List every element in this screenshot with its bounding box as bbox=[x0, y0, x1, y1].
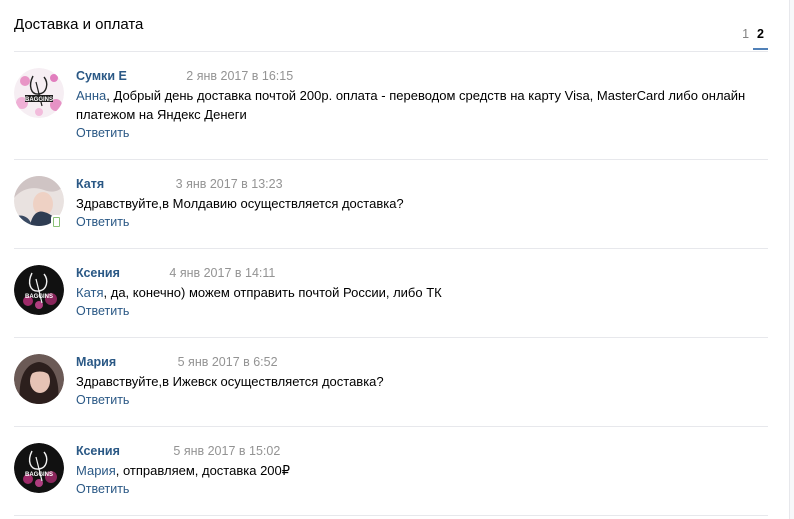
user-photo-icon bbox=[14, 354, 64, 404]
page-link-2-current[interactable]: 2 bbox=[753, 27, 768, 50]
avatar[interactable]: BAGGINS bbox=[14, 443, 64, 493]
baggins-logo-icon: BAGGINS bbox=[14, 443, 64, 493]
scrollbar-track[interactable] bbox=[789, 0, 794, 519]
comment-message: Здравствуйте,в Ижевск осуществляется дос… bbox=[76, 374, 384, 389]
comment-list: BAGGINS Сумки Е 2 янв 2017 в 16:15 Анна,… bbox=[0, 52, 794, 516]
comment-message: , отправляем, доставка 200₽ bbox=[115, 463, 291, 478]
reply-link[interactable]: Ответить bbox=[76, 392, 768, 409]
topic-title: Доставка и оплата bbox=[14, 16, 144, 33]
masked-surname bbox=[119, 357, 172, 368]
mention-link[interactable]: Катя bbox=[76, 285, 104, 300]
mobile-online-icon bbox=[51, 215, 61, 228]
baggins-logo-icon: BAGGINS bbox=[14, 265, 64, 315]
comment-text: Катя, да, конечно) можем отправить почто… bbox=[76, 283, 768, 302]
comment-author[interactable]: Сумки Е bbox=[76, 69, 127, 83]
pagination: 1 2 bbox=[738, 27, 768, 50]
comment-item: BAGGINS Ксения 5 янв 2017 в 15:02 Мария,… bbox=[14, 427, 768, 516]
comment-date[interactable]: 3 янв 2017 в 13:23 bbox=[176, 177, 283, 191]
svg-text:BAGGINS: BAGGINS bbox=[25, 294, 53, 300]
comment-author[interactable]: Ксения bbox=[76, 444, 120, 458]
comment-date[interactable]: 5 янв 2017 в 15:02 bbox=[173, 444, 280, 458]
reply-link[interactable]: Ответить bbox=[76, 214, 768, 231]
comment-message: , Добрый день доставка почтой 200р. опла… bbox=[76, 88, 746, 122]
masked-surname bbox=[107, 179, 170, 190]
reply-link[interactable]: Ответить bbox=[76, 481, 768, 498]
comment-date[interactable]: 5 янв 2017 в 6:52 bbox=[178, 355, 278, 369]
svg-text:BAGGINS: BAGGINS bbox=[25, 472, 53, 478]
comment-item: BAGGINS Ксения 4 янв 2017 в 14:11 Катя, … bbox=[14, 249, 768, 338]
avatar[interactable]: BAGGINS bbox=[14, 265, 64, 315]
comment-item: Катя 3 янв 2017 в 13:23 Здравствуйте,в М… bbox=[14, 160, 768, 249]
board-header: Доставка и оплата 1 2 bbox=[0, 0, 794, 52]
comment-date[interactable]: 2 янв 2017 в 16:15 bbox=[186, 69, 293, 83]
comment-message: Здравствуйте,в Молдавию осуществляется д… bbox=[76, 196, 404, 211]
reply-link[interactable]: Ответить bbox=[76, 303, 768, 320]
comment-author[interactable]: Ксения bbox=[76, 266, 120, 280]
masked-surname bbox=[122, 268, 163, 279]
comment-text: Здравствуйте,в Ижевск осуществляется дос… bbox=[76, 372, 768, 391]
comment-text: Анна, Добрый день доставка почтой 200р. … bbox=[76, 86, 768, 124]
masked-surname bbox=[122, 446, 167, 457]
mention-link[interactable]: Мария bbox=[76, 463, 116, 478]
avatar[interactable] bbox=[14, 354, 64, 404]
comment-text: Мария, отправляем, доставка 200₽ bbox=[76, 461, 768, 480]
reply-link[interactable]: Ответить bbox=[76, 125, 768, 142]
baggins-logo-icon: BAGGINS bbox=[14, 68, 64, 118]
comment-author[interactable]: Катя bbox=[76, 177, 104, 191]
comment-text: Здравствуйте,в Молдавию осуществляется д… bbox=[76, 194, 768, 213]
comment-item: BAGGINS Сумки Е 2 янв 2017 в 16:15 Анна,… bbox=[14, 52, 768, 160]
page-link-1[interactable]: 1 bbox=[738, 27, 753, 50]
mention-link[interactable]: Анна bbox=[76, 88, 106, 103]
masked-surname bbox=[129, 71, 180, 82]
avatar[interactable]: BAGGINS bbox=[14, 68, 64, 118]
comment-author[interactable]: Мария bbox=[76, 355, 116, 369]
comment-date[interactable]: 4 янв 2017 в 14:11 bbox=[169, 266, 275, 280]
svg-text:BAGGINS: BAGGINS bbox=[25, 97, 53, 103]
comment-item: Мария 5 янв 2017 в 6:52 Здравствуйте,в И… bbox=[14, 338, 768, 427]
comment-message: , да, конечно) можем отправить почтой Ро… bbox=[103, 285, 442, 300]
